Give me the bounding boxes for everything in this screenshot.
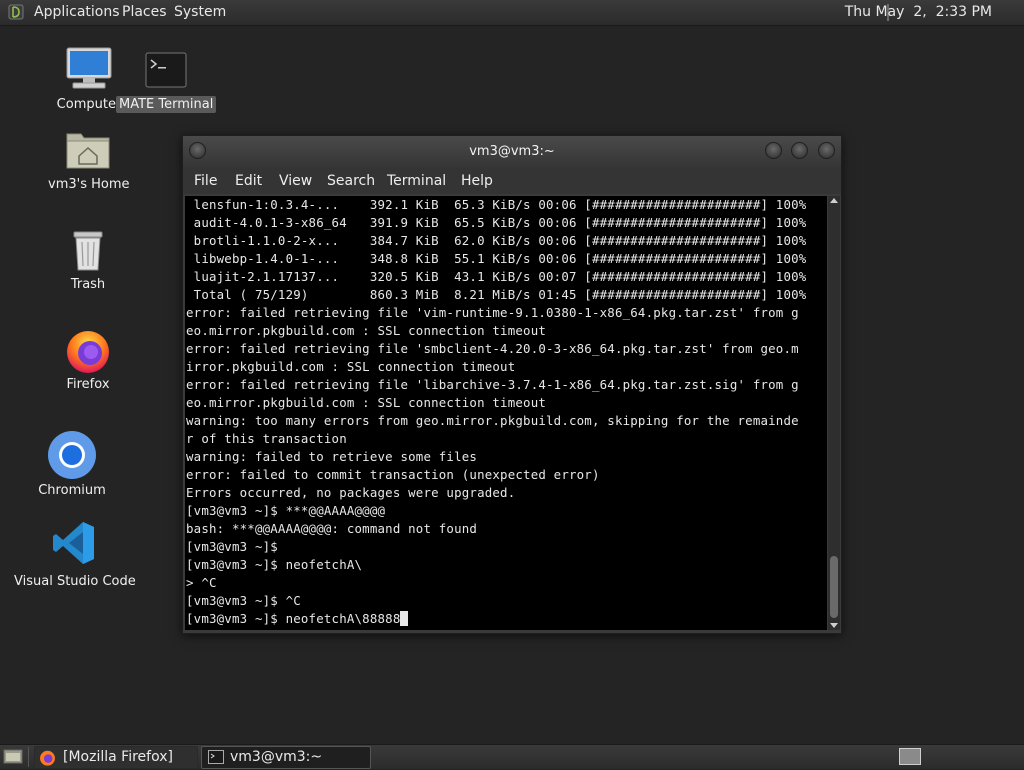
desktop-icon-trash[interactable]: Trash — [58, 228, 118, 292]
menu-file[interactable]: File — [194, 173, 217, 189]
terminal-icon — [116, 52, 216, 96]
terminal-menubar: File Edit View Search Terminal Help — [183, 168, 841, 194]
terminal-line: warning: failed to retrieve some files — [186, 449, 478, 464]
desktop-icon-label: MATE Terminal — [116, 96, 216, 113]
mate-logo-icon[interactable] — [8, 4, 24, 20]
terminal-line: [vm3@vm3 ~]$ ***@@AAAA@@@@ — [186, 503, 386, 518]
desktop-icon-label: Visual Studio Code — [14, 574, 136, 589]
terminal-line: brotli-1.1.0-2-x... 384.7 KiB 62.0 KiB/s… — [186, 233, 807, 248]
menu-search[interactable]: Search — [327, 173, 375, 189]
terminal-line: luajit-2.1.17137... 320.5 KiB 43.1 KiB/s… — [186, 269, 807, 284]
terminal-icon — [208, 750, 224, 768]
terminal-line: audit-4.0.1-3-x86_64 391.9 KiB 65.5 KiB/… — [186, 215, 807, 230]
taskbar-item-label: vm3@vm3:~ — [230, 749, 323, 765]
text-cursor — [400, 611, 409, 626]
bottom-panel: [Mozilla Firefox] vm3@vm3:~ — [0, 744, 1024, 769]
terminal-line: bash: ***@@AAAA@@@@: command not found — [186, 521, 478, 536]
menu-applications[interactable]: Applications — [34, 4, 120, 20]
terminal-line: error: failed to commit transaction (une… — [186, 467, 600, 482]
terminal-line: error: failed retrieving file 'libarchiv… — [186, 377, 799, 392]
chromium-icon — [32, 430, 112, 480]
menu-edit[interactable]: Edit — [235, 173, 262, 189]
desktop-icon-label: Firefox — [66, 377, 110, 392]
terminal-line: eo.mirror.pkgbuild.com : SSL connection … — [186, 395, 547, 410]
menu-system[interactable]: System — [174, 4, 226, 20]
desktop-icon-label: vm3's Home — [48, 177, 130, 192]
taskbar-item-label: [Mozilla Firefox] — [63, 749, 173, 765]
vscode-icon — [14, 520, 134, 568]
window-titlebar[interactable]: vm3@vm3:~ — [183, 136, 841, 168]
terminal-line: eo.mirror.pkgbuild.com : SSL connection … — [186, 323, 547, 338]
terminal-text: lensfun-1:0.3.4-... 392.1 KiB 65.3 KiB/s… — [185, 196, 827, 628]
terminal-line: r of this transaction — [186, 431, 347, 446]
desktop-icon-home[interactable]: vm3's Home — [48, 128, 130, 192]
desktop-icon-label: Trash — [70, 277, 106, 292]
desktop-icon-vscode[interactable]: Visual Studio Code — [14, 520, 136, 589]
terminal-line: [vm3@vm3 ~]$ ^C — [186, 593, 301, 608]
terminal-line: [vm3@vm3 ~]$ — [186, 539, 278, 554]
terminal-line: lensfun-1:0.3.4-... 392.1 KiB 65.3 KiB/s… — [186, 197, 807, 212]
menu-view[interactable]: View — [279, 173, 312, 189]
terminal-output[interactable]: lensfun-1:0.3.4-... 392.1 KiB 65.3 KiB/s… — [185, 196, 827, 630]
desktop-icon-label: Computer — [56, 97, 122, 112]
desktop-icon-label: Chromium — [38, 483, 106, 498]
terminal-line: Errors occurred, no packages were upgrad… — [186, 485, 516, 500]
terminal-line: error: failed retrieving file 'vim-runti… — [186, 305, 799, 320]
terminal-line: irror.pkgbuild.com : SSL connection time… — [186, 359, 516, 374]
desktop-icon-chromium[interactable]: Chromium — [32, 430, 112, 498]
workspace-switcher[interactable] — [899, 748, 921, 765]
menu-places[interactable]: Places — [122, 4, 167, 20]
scroll-up-icon[interactable] — [830, 198, 838, 203]
panel-separator — [28, 747, 29, 767]
menu-help[interactable]: Help — [461, 173, 493, 189]
scrollbar-thumb[interactable] — [830, 556, 838, 618]
home-folder-icon — [48, 128, 128, 174]
clock[interactable]: Thu May 2, 2:33 PM — [845, 4, 992, 20]
window-title: vm3@vm3:~ — [469, 144, 555, 159]
terminal-line: warning: too many errors from geo.mirror… — [186, 413, 799, 428]
show-desktop-icon[interactable] — [3, 748, 23, 769]
terminal-line: > ^C — [186, 575, 217, 590]
terminal-scrollbar[interactable] — [828, 196, 840, 630]
maximize-button[interactable] — [791, 142, 808, 159]
desktop-icon-mate-terminal[interactable]: MATE Terminal — [116, 52, 216, 113]
taskbar-item-terminal[interactable]: vm3@vm3:~ — [201, 746, 371, 769]
close-button[interactable] — [818, 142, 835, 159]
desktop-icon-firefox[interactable]: Firefox — [58, 326, 118, 392]
terminal-line: [vm3@vm3 ~]$ neofetchA\88888 — [186, 610, 827, 628]
terminal-line: [vm3@vm3 ~]$ neofetchA\ — [186, 557, 363, 572]
top-panel: Applications Places System Thu May 2, 2:… — [0, 0, 1024, 26]
computer-icon — [54, 46, 124, 96]
firefox-icon — [58, 326, 118, 374]
taskbar-item-firefox[interactable]: [Mozilla Firefox] — [34, 746, 198, 769]
scroll-down-icon[interactable] — [830, 623, 838, 628]
firefox-icon — [39, 749, 56, 770]
menu-terminal[interactable]: Terminal — [387, 173, 446, 189]
desktop-icon-computer[interactable]: Computer — [54, 46, 124, 112]
terminal-window: vm3@vm3:~ File Edit View Search Terminal… — [182, 135, 842, 634]
trash-icon — [58, 228, 118, 274]
terminal-line: libwebp-1.4.0-1-... 348.8 KiB 55.1 KiB/s… — [186, 251, 807, 266]
minimize-button[interactable] — [765, 142, 782, 159]
terminal-line: Total ( 75/129) 860.3 MiB 8.21 MiB/s 01:… — [186, 287, 807, 302]
terminal-line: error: failed retrieving file 'smbclient… — [186, 341, 799, 356]
